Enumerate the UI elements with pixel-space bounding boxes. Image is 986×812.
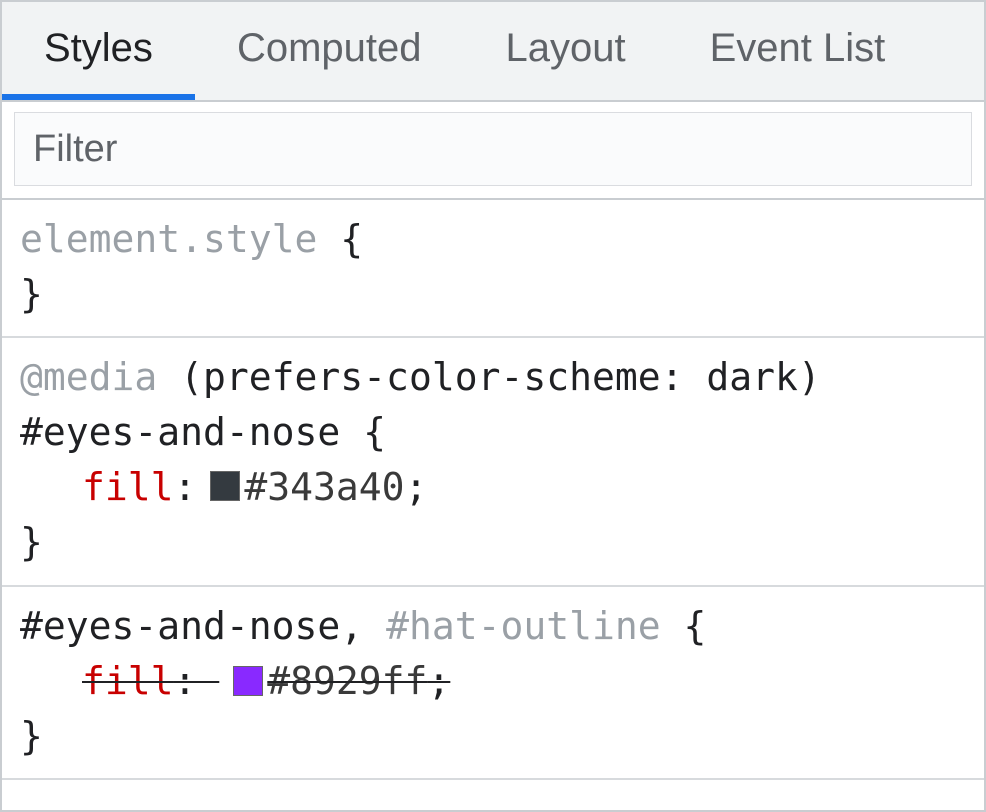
rule-block[interactable]: @media (prefers-color-scheme: dark) #eye…	[2, 338, 984, 586]
styles-panel: Styles Computed Layout Event List elemen…	[0, 0, 986, 812]
rules-list: element.style { } @media (prefers-color-…	[2, 200, 984, 810]
tab-label: Layout	[506, 26, 626, 71]
selector-separator: ,	[340, 604, 386, 648]
colon: :	[174, 659, 220, 703]
brace-close: }	[20, 267, 966, 322]
rule-block[interactable]: #eyes-and-nose, #hat-outline { fill: #89…	[2, 587, 984, 780]
overridden-declaration: fill: #8929ff;	[82, 654, 450, 709]
tab-bar: Styles Computed Layout Event List	[2, 2, 984, 102]
css-property[interactable]: fill	[82, 659, 174, 703]
brace-close: }	[20, 709, 966, 764]
brace-close: }	[20, 515, 966, 570]
declaration[interactable]: fill: #343a40;	[20, 460, 966, 515]
rule-selector[interactable]: #eyes-and-nose	[20, 604, 340, 648]
rule-selector[interactable]: #hat-outline	[386, 604, 661, 648]
brace-open: {	[340, 410, 386, 454]
rule-block[interactable]: element.style { }	[2, 200, 984, 338]
media-condition: (prefers-color-scheme: dark)	[157, 355, 820, 399]
rule-selector[interactable]: element.style	[20, 217, 317, 261]
filter-bar	[2, 102, 984, 200]
filter-input[interactable]	[14, 112, 972, 186]
declaration[interactable]: fill: #8929ff;	[20, 654, 966, 709]
tab-computed[interactable]: Computed	[195, 2, 464, 100]
tab-styles[interactable]: Styles	[2, 2, 195, 100]
tab-layout[interactable]: Layout	[464, 2, 668, 100]
tab-event-listeners[interactable]: Event List	[668, 2, 928, 100]
color-swatch-icon[interactable]	[233, 666, 263, 696]
tab-label: Computed	[237, 26, 422, 71]
semicolon: ;	[405, 460, 428, 515]
css-property[interactable]: fill	[82, 460, 174, 515]
semicolon: ;	[427, 659, 450, 703]
rule-selector[interactable]: #eyes-and-nose	[20, 410, 340, 454]
media-line: @media (prefers-color-scheme: dark)	[20, 350, 966, 405]
brace-open: {	[317, 217, 363, 261]
brace-open: {	[661, 604, 707, 648]
tab-label: Styles	[44, 26, 153, 71]
tab-label: Event List	[710, 26, 886, 71]
colon: :	[174, 460, 197, 515]
rule-selector-line: #eyes-and-nose, #hat-outline {	[20, 599, 966, 654]
rule-selector-line: #eyes-and-nose {	[20, 405, 966, 460]
media-keyword: @media	[20, 355, 157, 399]
css-value[interactable]: #343a40	[244, 460, 404, 515]
css-value[interactable]: #8929ff	[267, 659, 427, 703]
color-swatch-icon[interactable]	[210, 471, 240, 501]
rule-selector-line: element.style {	[20, 212, 966, 267]
